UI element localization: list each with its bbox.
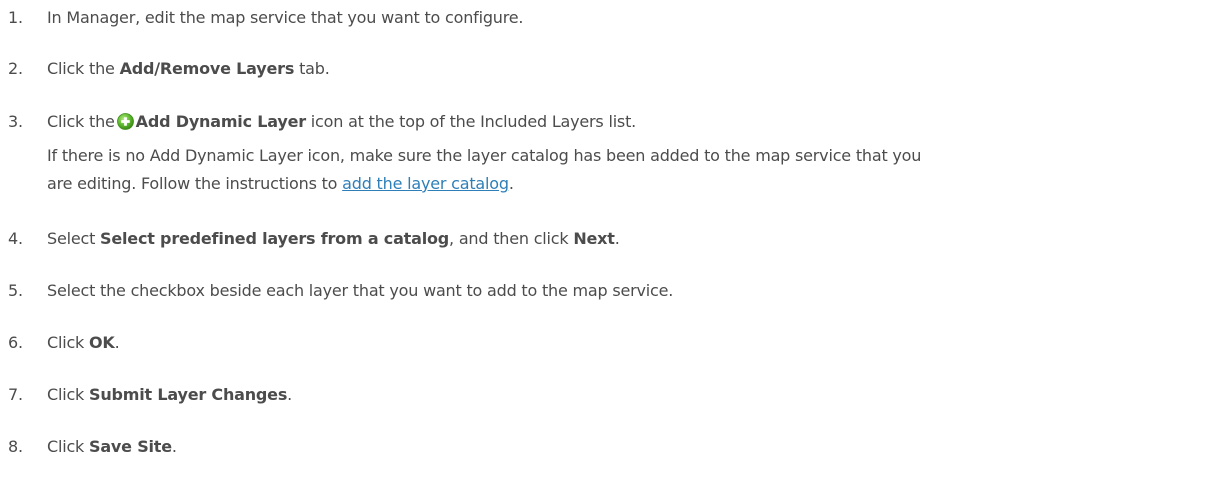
step-number: 4.: [8, 229, 23, 248]
step-text-pre: Click: [47, 437, 90, 456]
step-text-pre: Click the: [47, 112, 115, 131]
add-layer-catalog-link[interactable]: add the layer catalog: [342, 174, 509, 193]
step-text: Select Select predefined layers from a c…: [47, 227, 620, 251]
note-text-post: .: [508, 174, 514, 193]
step-text-pre: Select: [47, 229, 101, 248]
ui-label-submit-layer-changes: Submit Layer Changes: [89, 385, 288, 404]
step-text-pre: Click: [47, 385, 90, 404]
step-number: 8.: [8, 437, 23, 456]
ui-label-add-remove-layers: Add/Remove Layers: [119, 59, 295, 78]
note-text-pre: are editing. Follow the instructions to: [47, 174, 343, 193]
step-text: Click the Add Dynamic Layer icon at the t…: [47, 110, 636, 134]
ui-label-save-site: Save Site: [89, 437, 172, 456]
step-text-pre: Click: [47, 333, 90, 352]
ui-label-next: Next: [573, 229, 615, 248]
step-text-post: tab.: [294, 59, 330, 78]
step-text: Click the Add/Remove Layers tab.: [47, 57, 330, 81]
step-text-mid: , and then click: [449, 229, 574, 248]
step-text: Click OK.: [47, 331, 120, 355]
step-number: 3.: [8, 112, 23, 131]
note-text: If there is no Add Dynamic Layer icon, m…: [47, 146, 922, 165]
step-number: 1.: [8, 8, 23, 27]
note-text: are editing. Follow the instructions to …: [47, 172, 514, 196]
instruction-steps: 1. In Manager, edit the map service that…: [0, 0, 1209, 478]
step-number: 5.: [8, 281, 23, 300]
ui-label-add-dynamic-layer: Add Dynamic Layer: [135, 112, 306, 131]
step-text: Select the checkbox beside each layer th…: [47, 281, 674, 300]
add-circle-icon: [116, 113, 134, 130]
step-text-post: .: [114, 333, 120, 352]
step-text-post: .: [614, 229, 620, 248]
step-text-pre: Click the: [47, 59, 120, 78]
step-number: 7.: [8, 385, 23, 404]
step-text-post: .: [287, 385, 293, 404]
step-text-post: .: [171, 437, 177, 456]
step-number: 2.: [8, 59, 23, 78]
step-text: Click Submit Layer Changes.: [47, 383, 292, 407]
ui-label-select-predefined-layers: Select predefined layers from a catalog: [100, 229, 450, 248]
ui-label-ok: OK: [89, 333, 115, 352]
step-text-post: icon at the top of the Included Layers l…: [305, 112, 637, 131]
step-number: 6.: [8, 333, 23, 352]
step-text: In Manager, edit the map service that yo…: [47, 8, 524, 27]
step-text: Click Save Site.: [47, 435, 177, 459]
